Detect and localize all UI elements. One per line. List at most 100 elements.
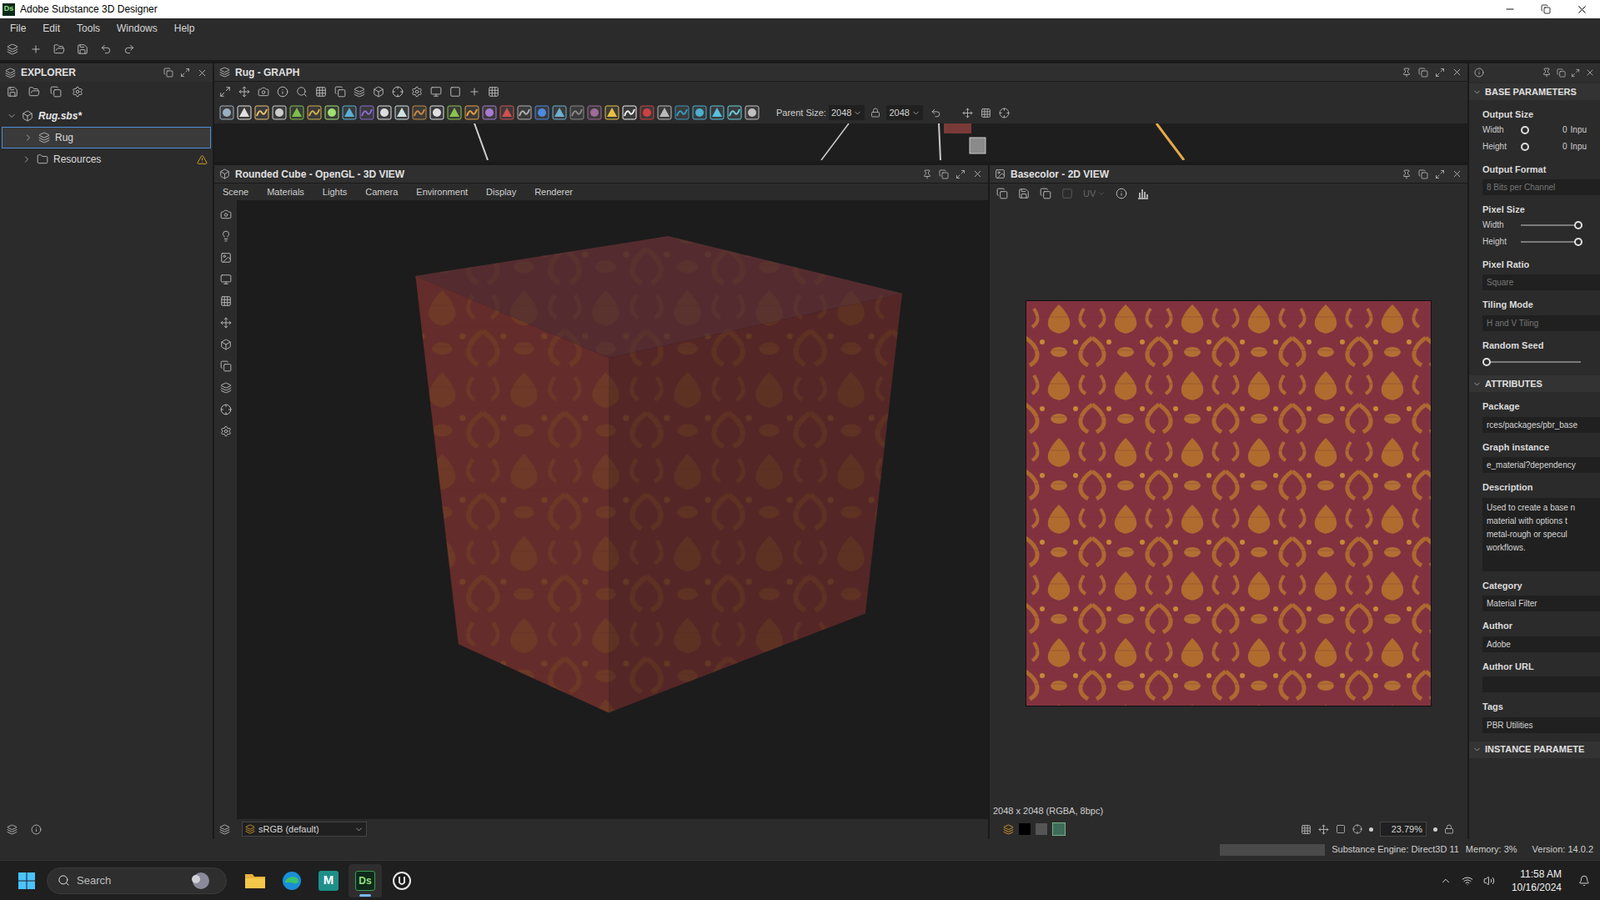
new-graph-icon[interactable] (6, 43, 19, 56)
view-tool-icon[interactable] (220, 230, 232, 242)
view-menu-item[interactable]: Camera (365, 185, 398, 200)
graph-icon[interactable] (38, 131, 51, 144)
node-icon[interactable] (341, 105, 357, 121)
graph-tool-icon[interactable] (449, 85, 462, 98)
viewport-3d[interactable] (236, 200, 989, 819)
collapse-icon[interactable] (1472, 744, 1482, 754)
menu-item[interactable]: Windows (116, 20, 158, 36)
graph-tool-icon[interactable] (257, 85, 270, 98)
close-icon[interactable] (1451, 168, 1463, 180)
description-field[interactable]: Used to create a base nmaterial with opt… (1482, 497, 1600, 572)
viewport-2d[interactable] (989, 203, 1468, 803)
dropdown-icon[interactable] (354, 824, 364, 834)
node-icon[interactable] (516, 105, 532, 121)
property-field[interactable] (1482, 676, 1600, 693)
node-icon[interactable] (411, 105, 427, 121)
minimize-icon[interactable] (1504, 3, 1516, 16)
node-icon[interactable] (744, 105, 760, 121)
node-icon[interactable] (657, 105, 673, 121)
link-icon[interactable] (870, 107, 881, 118)
taskbar-search[interactable]: Search (46, 867, 227, 894)
radio-button[interactable] (1520, 125, 1530, 135)
property-field[interactable]: rces/packages/pbr_base (1482, 416, 1600, 433)
node-icon[interactable] (376, 105, 392, 121)
menu-item[interactable]: File (10, 20, 26, 36)
info-icon[interactable] (30, 823, 42, 835)
package-icon[interactable] (21, 110, 34, 122)
copy-icon[interactable] (1039, 187, 1052, 200)
node-icon[interactable] (254, 105, 270, 121)
tree-item[interactable]: Rug.sbs* (0, 105, 213, 127)
redo-icon[interactable] (123, 43, 136, 56)
node-icon[interactable] (586, 105, 602, 121)
taskbar-app[interactable] (238, 863, 272, 898)
float-icon[interactable] (938, 169, 949, 180)
node-icon[interactable] (306, 105, 322, 121)
node-icon[interactable] (446, 105, 462, 121)
layout-icon[interactable] (219, 823, 231, 835)
float-icon[interactable] (163, 67, 174, 78)
export-icon[interactable] (28, 85, 41, 98)
maximize-icon[interactable] (1434, 169, 1445, 180)
node-icon[interactable] (674, 105, 690, 121)
taskbar-app[interactable]: Ds (348, 863, 382, 898)
view-menu-item[interactable]: Renderer (534, 185, 573, 200)
view-menu-item[interactable]: Scene (222, 185, 249, 200)
graph-tool-icon[interactable] (353, 85, 366, 98)
distribute-icon[interactable] (980, 107, 992, 119)
view-menu-item[interactable]: Lights (322, 185, 347, 200)
pin-icon[interactable] (1541, 67, 1552, 78)
graph-tool-icon[interactable] (295, 85, 308, 98)
undo-icon[interactable] (100, 43, 112, 56)
center-icon[interactable] (1352, 823, 1363, 834)
save-icon[interactable] (6, 85, 19, 98)
grid-icon[interactable] (1300, 823, 1312, 835)
property-field[interactable]: PBR Utilities (1482, 717, 1600, 733)
open-icon[interactable] (53, 43, 66, 56)
node-icon[interactable] (499, 105, 515, 121)
node-icon[interactable] (604, 105, 620, 121)
float-icon[interactable] (1418, 67, 1429, 78)
frame-icon[interactable] (1335, 823, 1346, 834)
view-tool-icon[interactable] (220, 316, 232, 329)
explorer-icon[interactable] (5, 67, 16, 79)
info-icon[interactable] (1115, 187, 1128, 200)
view-tool-icon[interactable] (220, 381, 232, 394)
collapse-icon[interactable] (1472, 87, 1482, 97)
graph-tool-icon[interactable] (238, 85, 251, 98)
pin-icon[interactable] (1401, 169, 1412, 180)
graph-canvas[interactable] (214, 123, 1468, 162)
graph-tool-icon[interactable] (487, 85, 500, 98)
warning-icon[interactable] (196, 154, 208, 166)
node-icon[interactable] (236, 105, 252, 121)
section-header[interactable]: BASE PARAMETERS (1469, 83, 1600, 101)
clock[interactable]: 11:58 AM10/16/2024 (1511, 867, 1562, 894)
expand-icon[interactable] (21, 154, 32, 165)
fit-icon[interactable] (996, 187, 1009, 200)
pixel-size-slider[interactable] (1520, 220, 1583, 231)
panel-icon[interactable] (219, 168, 231, 180)
node-icon[interactable] (692, 105, 708, 121)
lock-icon[interactable] (1444, 823, 1455, 834)
property-field[interactable]: e_material?dependency (1482, 456, 1600, 473)
maximize-icon[interactable] (1570, 68, 1580, 78)
tray-overflow-icon[interactable] (1439, 874, 1452, 887)
property-field[interactable]: Adobe (1482, 636, 1600, 653)
reset-icon[interactable] (930, 107, 942, 119)
graph-tool-icon[interactable] (315, 85, 327, 98)
menu-item[interactable]: Help (174, 20, 196, 36)
expand-icon[interactable] (6, 110, 17, 121)
panel-icon[interactable] (219, 66, 231, 78)
new-package-icon[interactable] (30, 43, 42, 56)
graph-tool-icon[interactable] (334, 85, 347, 98)
dropdown-icon[interactable] (852, 108, 863, 118)
maximize-icon[interactable] (180, 67, 191, 78)
close-icon[interactable] (1575, 3, 1589, 16)
node-icon[interactable] (534, 105, 550, 121)
folder-icon[interactable] (36, 153, 49, 166)
section-header[interactable]: INSTANCE PARAMETE (1469, 741, 1600, 758)
save-icon[interactable] (76, 43, 89, 56)
random-seed-slider[interactable] (1482, 356, 1581, 367)
menu-item[interactable]: Edit (42, 20, 61, 36)
taskbar-app[interactable] (385, 863, 419, 898)
